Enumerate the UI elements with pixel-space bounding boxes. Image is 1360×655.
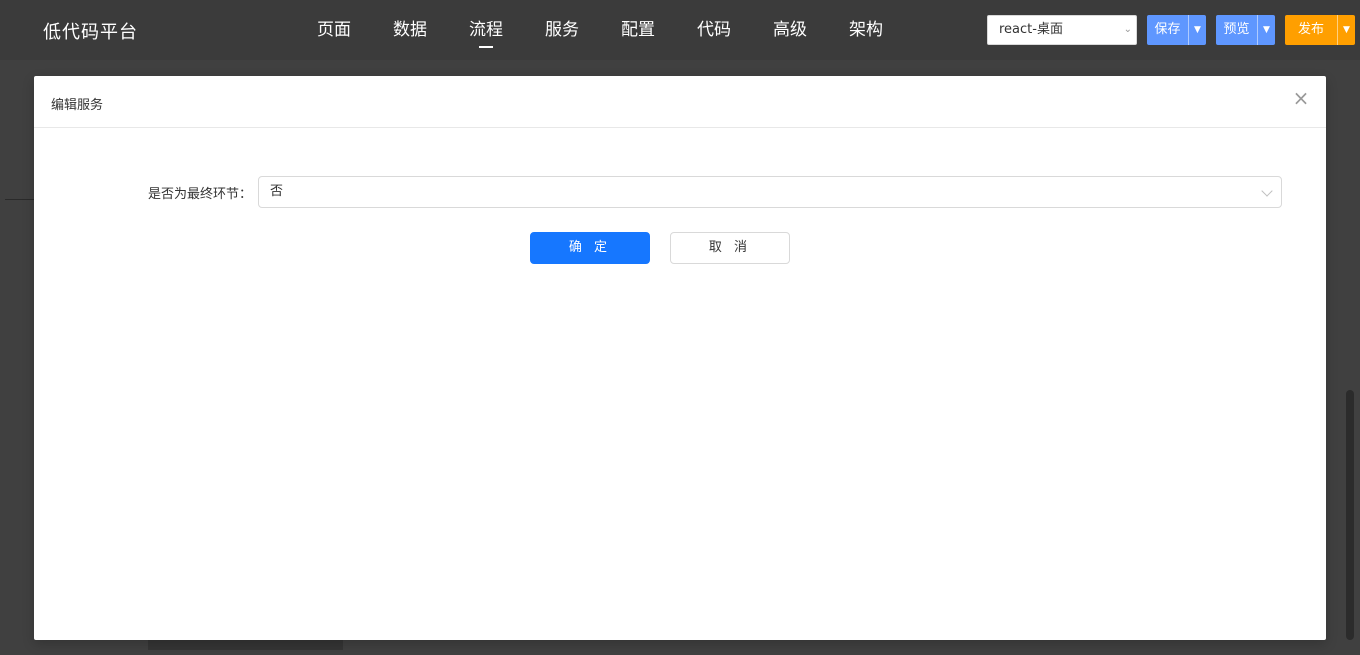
platform-select[interactable]: react-桌面 ⌄ xyxy=(987,15,1137,45)
final-step-select[interactable]: 否 xyxy=(258,176,1282,208)
nav-item-service[interactable]: 服务 xyxy=(524,0,600,60)
preview-split-button: 预览 ▼ xyxy=(1216,15,1275,45)
final-step-label: 是否为最终环节： xyxy=(147,187,252,202)
chevron-down-icon: ⌄ xyxy=(1123,24,1132,35)
save-split-button: 保存 ▼ xyxy=(1147,15,1206,45)
chevron-down-icon xyxy=(1261,185,1273,197)
backdrop-divider xyxy=(5,199,35,200)
modal-title: 编辑服务 xyxy=(51,98,104,113)
save-dropdown-icon[interactable]: ▼ xyxy=(1188,15,1206,45)
platform-select-value: react-桌面 xyxy=(999,22,1063,37)
preview-button[interactable]: 预览 xyxy=(1216,15,1257,45)
preview-dropdown-icon[interactable]: ▼ xyxy=(1257,15,1275,45)
publish-dropdown-icon[interactable]: ▼ xyxy=(1337,15,1355,45)
close-icon[interactable]: × xyxy=(1292,88,1310,108)
final-step-form-row: 是否为最终环节： 否 xyxy=(34,176,1326,208)
cancel-button[interactable]: 取 消 xyxy=(670,232,790,264)
confirm-button[interactable]: 确 定 xyxy=(530,232,650,264)
final-step-select-value: 否 xyxy=(270,184,284,199)
nav-item-flow[interactable]: 流程 xyxy=(448,0,524,60)
main-nav: 页面 数据 流程 服务 配置 代码 高级 架构 xyxy=(296,0,904,60)
nav-item-architecture[interactable]: 架构 xyxy=(828,0,904,60)
nav-item-code[interactable]: 代码 xyxy=(676,0,752,60)
nav-item-page[interactable]: 页面 xyxy=(296,0,372,60)
publish-split-button: 发布 ▼ xyxy=(1285,15,1355,45)
modal-header: 编辑服务 × xyxy=(34,76,1326,128)
publish-button[interactable]: 发布 xyxy=(1285,15,1337,45)
app-logo-title: 低代码平台 xyxy=(43,22,138,43)
nav-item-config[interactable]: 配置 xyxy=(600,0,676,60)
edit-service-modal: 编辑服务 × 是否为最终环节： 否 确 定 取 消 xyxy=(34,76,1326,640)
save-button[interactable]: 保存 xyxy=(1147,15,1188,45)
nav-item-advanced[interactable]: 高级 xyxy=(752,0,828,60)
backdrop-bottom-bar xyxy=(148,640,343,650)
backdrop-scrollbar xyxy=(1346,390,1354,640)
top-navbar: 低代码平台 页面 数据 流程 服务 配置 代码 高级 架构 react-桌面 ⌄… xyxy=(0,0,1360,60)
nav-item-data[interactable]: 数据 xyxy=(372,0,448,60)
